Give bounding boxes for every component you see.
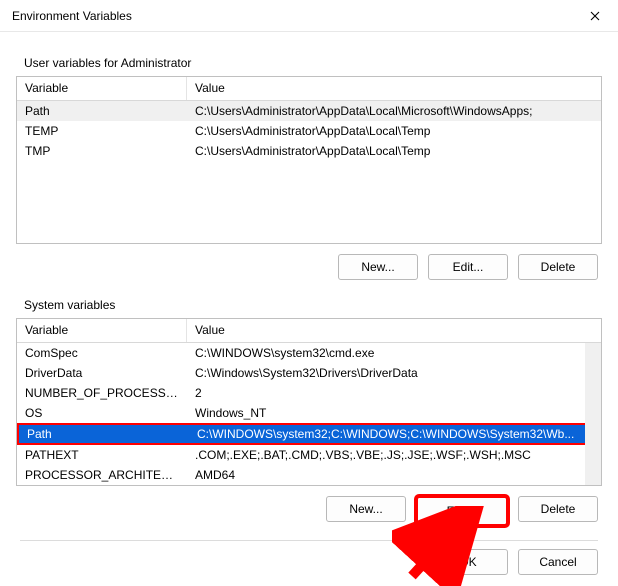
cell-variable: PATHEXT <box>17 447 187 463</box>
table-row[interactable]: OS Windows_NT <box>17 403 601 423</box>
footer-button-row: OK Cancel <box>16 549 598 575</box>
column-headers: Variable Value <box>17 319 601 343</box>
column-headers: Variable Value <box>17 77 601 101</box>
cell-value: C:\WINDOWS\system32\cmd.exe <box>187 345 601 361</box>
user-new-button[interactable]: New... <box>338 254 418 280</box>
system-variables-label: System variables <box>24 298 602 312</box>
table-row[interactable]: TMP C:\Users\Administrator\AppData\Local… <box>17 141 601 161</box>
scrollbar[interactable] <box>585 343 601 485</box>
column-header-variable[interactable]: Variable <box>17 77 187 100</box>
cell-variable: Path <box>19 426 189 442</box>
cell-value: C:\WINDOWS\system32;C:\WINDOWS;C:\WINDOW… <box>189 426 599 442</box>
cell-variable: Path <box>17 103 187 119</box>
user-button-row: New... Edit... Delete <box>16 254 598 280</box>
system-delete-button[interactable]: Delete <box>518 496 598 522</box>
column-header-value[interactable]: Value <box>187 77 601 100</box>
system-variables-list[interactable]: Variable Value ComSpec C:\WINDOWS\system… <box>16 318 602 486</box>
cell-value: C:\Users\Administrator\AppData\Local\Tem… <box>187 143 601 159</box>
cell-value: C:\Users\Administrator\AppData\Local\Tem… <box>187 123 601 139</box>
cell-variable: ComSpec <box>17 345 187 361</box>
system-new-button[interactable]: New... <box>326 496 406 522</box>
column-header-value[interactable]: Value <box>187 319 601 342</box>
divider <box>20 540 598 541</box>
table-row[interactable]: ComSpec C:\WINDOWS\system32\cmd.exe <box>17 343 601 363</box>
user-variables-list[interactable]: Variable Value Path C:\Users\Administrat… <box>16 76 602 244</box>
window-title: Environment Variables <box>12 9 572 23</box>
cell-value: C:\Users\Administrator\AppData\Local\Mic… <box>187 103 601 119</box>
ok-button[interactable]: OK <box>428 549 508 575</box>
table-row-selected[interactable]: Path C:\WINDOWS\system32;C:\WINDOWS;C:\W… <box>17 423 601 445</box>
cell-variable: DriverData <box>17 365 187 381</box>
system-button-row: New... Edit... Delete <box>16 496 598 526</box>
table-row[interactable]: TEMP C:\Users\Administrator\AppData\Loca… <box>17 121 601 141</box>
close-button[interactable] <box>572 0 618 32</box>
close-icon <box>590 11 600 21</box>
cell-variable: OS <box>17 405 187 421</box>
user-variables-label: User variables for Administrator <box>24 56 602 70</box>
user-delete-button[interactable]: Delete <box>518 254 598 280</box>
dialog-content: User variables for Administrator Variabl… <box>0 32 618 583</box>
table-row[interactable]: Path C:\Users\Administrator\AppData\Loca… <box>17 101 601 121</box>
column-header-variable[interactable]: Variable <box>17 319 187 342</box>
cell-value: C:\Windows\System32\Drivers\DriverData <box>187 365 601 381</box>
cell-variable: TEMP <box>17 123 187 139</box>
cell-value: Windows_NT <box>187 405 601 421</box>
system-edit-button[interactable]: Edit... <box>416 496 508 526</box>
user-edit-button[interactable]: Edit... <box>428 254 508 280</box>
table-row[interactable]: PROCESSOR_ARCHITECTURE AMD64 <box>17 465 601 485</box>
table-row[interactable]: DriverData C:\Windows\System32\Drivers\D… <box>17 363 601 383</box>
cell-value: AMD64 <box>187 467 601 483</box>
cell-value: .COM;.EXE;.BAT;.CMD;.VBS;.VBE;.JS;.JSE;.… <box>187 447 601 463</box>
cell-variable: TMP <box>17 143 187 159</box>
user-variables-body: Path C:\Users\Administrator\AppData\Loca… <box>17 101 601 243</box>
cell-variable: PROCESSOR_ARCHITECTURE <box>17 467 187 483</box>
system-variables-body: ComSpec C:\WINDOWS\system32\cmd.exe Driv… <box>17 343 601 485</box>
table-row[interactable]: PATHEXT .COM;.EXE;.BAT;.CMD;.VBS;.VBE;.J… <box>17 445 601 465</box>
table-row[interactable]: NUMBER_OF_PROCESSORS 2 <box>17 383 601 403</box>
cancel-button[interactable]: Cancel <box>518 549 598 575</box>
title-bar: Environment Variables <box>0 0 618 32</box>
cell-variable: NUMBER_OF_PROCESSORS <box>17 385 187 401</box>
cell-value: 2 <box>187 385 601 401</box>
